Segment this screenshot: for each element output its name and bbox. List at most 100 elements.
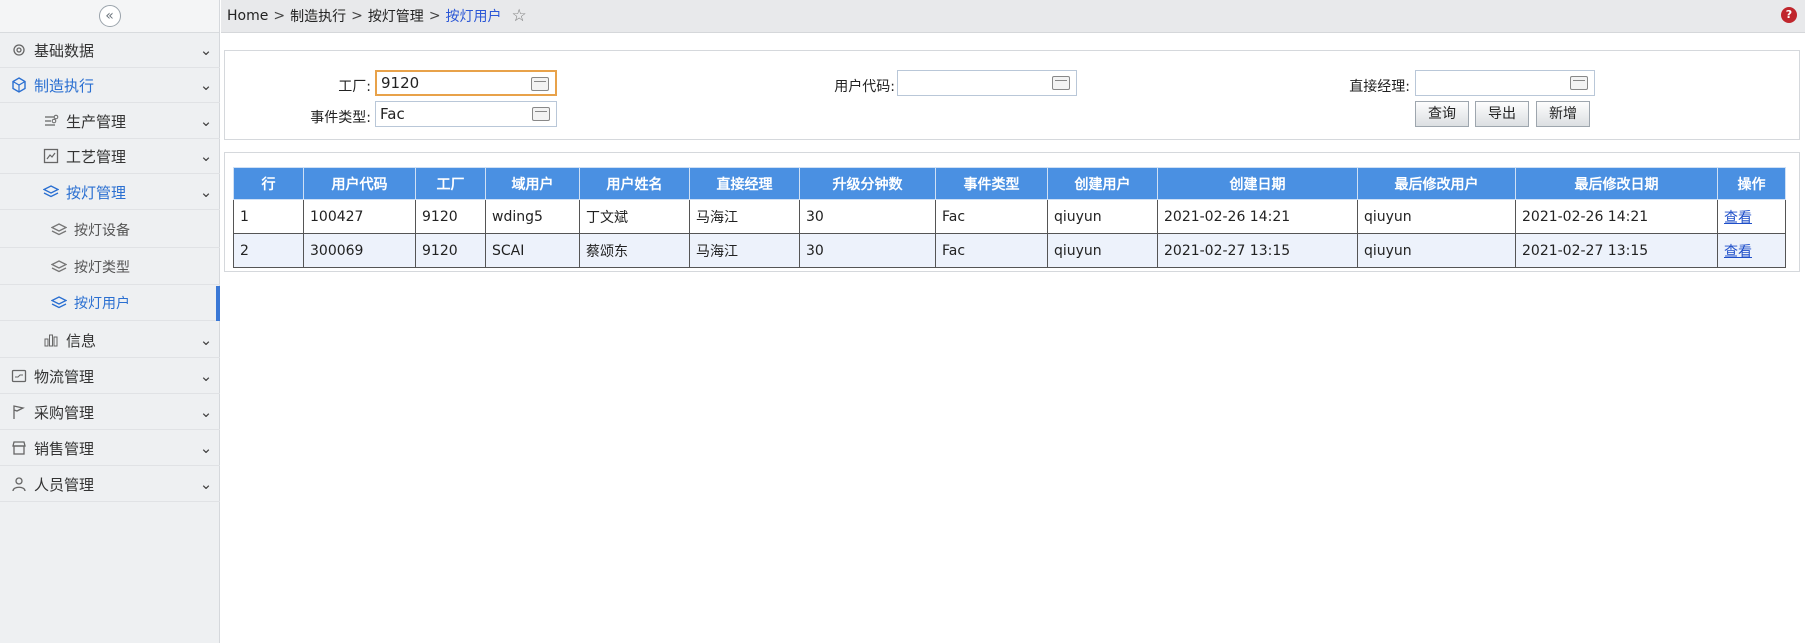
sidebar-item-andon-type[interactable]: 按灯类型 <box>0 250 220 285</box>
table-cell: qiuyun <box>1047 233 1158 268</box>
table-header-row: 行 用户代码 工厂 域用户 用户姓名 直接经理 升级分钟数 事件类型 创建用户 … <box>233 167 1786 200</box>
column-header[interactable]: 域用户 <box>485 167 580 200</box>
chevron-down-icon: ⌄ <box>199 41 213 59</box>
calendar-icon[interactable] <box>531 77 549 91</box>
sidebar: « 基础数据 ⌄ 制造执行 ⌄ 生产管理 ⌄ 工艺管理 ⌄ 按灯管理 ⌄ 按灯设… <box>0 0 220 643</box>
breadcrumb: Home > 制造执行 > 按灯管理 > 按灯用户 ☆ ? <box>221 0 1805 33</box>
event-type-input[interactable]: Fac <box>375 101 557 127</box>
event-type-input-value: Fac <box>380 105 405 123</box>
view-link[interactable]: 查看 <box>1724 210 1752 226</box>
column-header[interactable]: 行 <box>233 167 304 200</box>
table-cell: 查看 <box>1717 199 1786 234</box>
query-button[interactable]: 查询 <box>1415 101 1469 127</box>
table-cell: 300069 <box>303 233 416 268</box>
table-cell: 丁文斌 <box>579 199 690 234</box>
filter-panel: 工厂: 9120 用户代码: 直接经理: 事件类型: Fac 查询 导出 新增 <box>224 50 1800 140</box>
table-cell: qiuyun <box>1357 233 1516 268</box>
table-cell: 100427 <box>303 199 416 234</box>
table-cell: 马海江 <box>689 233 800 268</box>
star-icon[interactable]: ☆ <box>512 6 527 26</box>
table-cell: 2 <box>233 233 304 268</box>
sidebar-item-production[interactable]: 生产管理 ⌄ <box>0 104 220 139</box>
column-header[interactable]: 最后修改用户 <box>1357 167 1516 200</box>
column-header[interactable]: 升级分钟数 <box>799 167 936 200</box>
sidebar-item-label: 物流管理 <box>34 367 95 386</box>
grid-panel: 行 用户代码 工厂 域用户 用户姓名 直接经理 升级分钟数 事件类型 创建用户 … <box>224 152 1800 272</box>
sidebar-item-personnel[interactable]: 人员管理 ⌄ <box>0 467 220 502</box>
sidebar-item-basic-data[interactable]: 基础数据 ⌄ <box>0 33 220 68</box>
help-icon[interactable]: ? <box>1781 7 1797 23</box>
chevron-down-icon: ⌄ <box>199 367 213 385</box>
sidebar-item-label: 采购管理 <box>34 403 95 422</box>
view-link[interactable]: 查看 <box>1724 244 1752 260</box>
factory-input-value: 9120 <box>381 74 420 92</box>
store-icon <box>10 439 28 457</box>
event-type-label: 事件类型: <box>310 110 371 126</box>
sidebar-item-label: 按灯管理 <box>66 183 127 202</box>
calendar-icon[interactable] <box>532 107 550 121</box>
table-cell: Fac <box>935 199 1048 234</box>
calendar-icon[interactable] <box>1570 76 1588 90</box>
factory-input[interactable]: 9120 <box>375 70 557 96</box>
breadcrumb-home[interactable]: Home <box>227 8 268 24</box>
calendar-icon[interactable] <box>1052 76 1070 90</box>
breadcrumb-manufacturing[interactable]: 制造执行 <box>290 6 346 26</box>
layers-icon <box>42 183 60 201</box>
export-button[interactable]: 导出 <box>1475 101 1529 127</box>
table-row[interactable]: 1 100427 9120 wding5 丁文斌 马海江 30 Fac qiuy… <box>233 199 1786 234</box>
breadcrumb-separator: > <box>273 8 286 24</box>
chevron-down-icon: ⌄ <box>199 331 213 349</box>
table-cell: Fac <box>935 233 1048 268</box>
double-chevron-left-icon[interactable]: « <box>98 5 121 27</box>
manager-label: 直接经理: <box>1349 79 1410 95</box>
layers-icon <box>50 221 68 239</box>
user-code-label: 用户代码: <box>834 79 895 95</box>
column-header[interactable]: 直接经理 <box>689 167 800 200</box>
table-cell: 蔡颂东 <box>579 233 690 268</box>
sidebar-collapse[interactable]: « <box>0 0 219 33</box>
column-header[interactable]: 工厂 <box>415 167 486 200</box>
column-header[interactable]: 最后修改日期 <box>1515 167 1718 200</box>
sidebar-item-logistics[interactable]: 物流管理 ⌄ <box>0 359 220 394</box>
sidebar-item-label: 生产管理 <box>66 112 127 131</box>
sidebar-item-purchasing[interactable]: 采购管理 ⌄ <box>0 395 220 430</box>
flag-icon <box>10 403 28 421</box>
column-header[interactable]: 创建用户 <box>1047 167 1158 200</box>
chevron-down-icon: ⌄ <box>199 112 213 130</box>
sidebar-item-label: 人员管理 <box>34 475 95 494</box>
column-header[interactable]: 用户代码 <box>303 167 416 200</box>
sidebar-item-andon-device[interactable]: 按灯设备 <box>0 213 220 248</box>
sidebar-item-label: 按灯类型 <box>74 260 130 276</box>
sidebar-item-manufacturing[interactable]: 制造执行 ⌄ <box>0 68 220 103</box>
column-header[interactable]: 用户姓名 <box>579 167 690 200</box>
column-header[interactable]: 事件类型 <box>935 167 1048 200</box>
sidebar-item-sales[interactable]: 销售管理 ⌄ <box>0 431 220 466</box>
table-cell: 9120 <box>415 199 486 234</box>
sidebar-item-info[interactable]: 信息 ⌄ <box>0 323 220 358</box>
table-cell: wding5 <box>485 199 580 234</box>
document-chart-icon <box>42 147 60 165</box>
factory-label: 工厂: <box>338 79 371 95</box>
breadcrumb-separator: > <box>428 8 441 24</box>
layers-icon <box>50 258 68 276</box>
column-header[interactable]: 创建日期 <box>1157 167 1358 200</box>
breadcrumb-separator: > <box>351 8 363 24</box>
table-row[interactable]: 2 300069 9120 SCAI 蔡颂东 马海江 30 Fac qiuyun… <box>233 233 1786 268</box>
gear-icon <box>10 41 28 59</box>
truck-icon <box>10 367 28 385</box>
layers-icon <box>50 294 68 312</box>
sidebar-item-process[interactable]: 工艺管理 ⌄ <box>0 139 220 174</box>
table-cell: 1 <box>233 199 304 234</box>
table-cell: 2021-02-26 14:21 <box>1157 199 1358 234</box>
breadcrumb-andon-management[interactable]: 按灯管理 <box>368 6 424 26</box>
column-header: 操作 <box>1717 167 1786 200</box>
chevron-down-icon: ⌄ <box>199 439 213 457</box>
sidebar-item-andon-management[interactable]: 按灯管理 ⌄ <box>0 175 220 210</box>
sidebar-item-andon-user[interactable]: 按灯用户 <box>0 286 220 321</box>
manager-input[interactable] <box>1415 70 1595 96</box>
sidebar-item-label: 基础数据 <box>34 41 95 60</box>
user-code-input[interactable] <box>897 70 1077 96</box>
add-button[interactable]: 新增 <box>1536 101 1590 127</box>
active-indicator <box>216 286 220 321</box>
table-cell: 30 <box>799 233 936 268</box>
